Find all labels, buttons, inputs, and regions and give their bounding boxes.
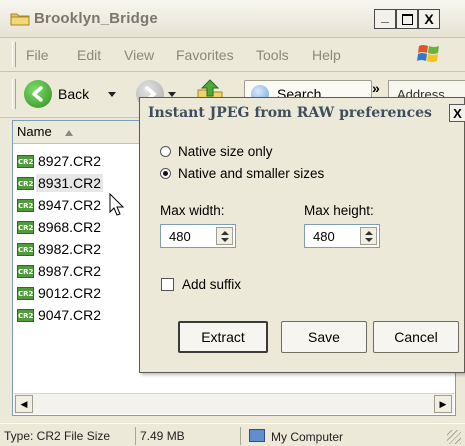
window-title: Brooklyn_Bridge — [34, 10, 158, 27]
menu-bar: File Edit View Favorites Tools Help — [0, 38, 465, 72]
file-name: 8982.CR2 — [38, 241, 102, 257]
max-height-stepper[interactable]: 480 — [304, 224, 380, 248]
radio-native-and-smaller[interactable]: Native and smaller sizes — [160, 166, 324, 181]
horizontal-scrollbar[interactable]: ◀ ▶ — [14, 393, 454, 414]
back-dropdown-icon — [108, 92, 116, 97]
list-item[interactable]: CR2 9047.CR2 — [17, 304, 103, 326]
menu-file[interactable]: File — [26, 47, 49, 63]
mouse-cursor-icon — [109, 193, 125, 216]
dialog-close-button[interactable]: X — [449, 104, 465, 122]
checkbox-unchecked — [161, 278, 174, 291]
cr2-file-icon: CR2 — [17, 264, 34, 278]
cr2-file-icon: CR2 — [17, 242, 34, 256]
menu-edit[interactable]: Edit — [77, 47, 101, 63]
dialog-title: Instant JPEG from RAW preferences — [148, 105, 432, 121]
spin-down-icon[interactable] — [365, 238, 373, 242]
save-button[interactable]: Save — [281, 321, 367, 353]
menu-grip[interactable] — [12, 42, 16, 67]
status-location: My Computer — [240, 427, 445, 445]
menu-view[interactable]: View — [124, 47, 154, 63]
max-height-label: Max height: — [304, 203, 374, 218]
file-name: 8968.CR2 — [38, 219, 102, 235]
windows-logo-icon — [417, 45, 439, 62]
list-item[interactable]: CR2 8927.CR2 — [17, 150, 103, 172]
close-button[interactable]: X — [418, 9, 440, 29]
max-height-value[interactable]: 480 — [313, 229, 335, 244]
cr2-file-icon: CR2 — [17, 220, 34, 234]
max-width-label: Max width: — [160, 203, 225, 218]
list-item[interactable]: CR2 8931.CR2 — [17, 172, 104, 194]
radio-native-only[interactable]: Native size only — [160, 144, 273, 159]
status-bar: Type: CR2 File Size 7.49 MB My Computer — [0, 423, 465, 446]
back-arrow-icon — [24, 80, 52, 108]
column-name-header[interactable]: Name — [13, 121, 141, 143]
add-suffix-checkbox[interactable]: Add suffix — [161, 277, 241, 292]
menu-favorites[interactable]: Favorites — [176, 47, 234, 63]
cr2-file-icon: CR2 — [17, 154, 34, 168]
cr2-file-icon: CR2 — [17, 308, 34, 322]
radio-selected — [160, 168, 171, 179]
max-width-spin-buttons[interactable] — [216, 227, 233, 245]
file-name: 8931.CR2 — [36, 174, 104, 192]
cr2-file-icon: CR2 — [17, 198, 34, 212]
file-name: 9047.CR2 — [38, 307, 102, 323]
status-size: 7.49 MB — [135, 427, 239, 445]
max-width-value[interactable]: 480 — [169, 229, 191, 244]
toolbar-overflow-button[interactable]: » — [372, 80, 380, 96]
menu-tools[interactable]: Tools — [256, 47, 289, 63]
minimize-button[interactable]: _ — [374, 8, 396, 29]
list-item[interactable]: CR2 9012.CR2 — [17, 282, 103, 304]
file-name: 9012.CR2 — [38, 285, 102, 301]
list-item[interactable]: CR2 8968.CR2 — [17, 216, 103, 238]
max-height-spin-buttons[interactable] — [360, 227, 377, 245]
sort-ascending-icon — [65, 130, 74, 136]
window-titlebar[interactable]: Brooklyn_Bridge _ X — [0, 0, 465, 38]
scroll-left-button[interactable]: ◀ — [15, 395, 33, 413]
menu-help[interactable]: Help — [312, 47, 341, 63]
list-item[interactable]: CR2 8982.CR2 — [17, 238, 103, 260]
maximize-button[interactable] — [396, 9, 418, 29]
spin-up-icon[interactable] — [221, 231, 229, 235]
back-button[interactable]: Back — [20, 78, 132, 110]
status-type: Type: CR2 File Size — [4, 429, 111, 443]
folder-icon — [10, 13, 30, 26]
list-item[interactable]: CR2 8987.CR2 — [17, 260, 103, 282]
file-name: 8987.CR2 — [38, 263, 102, 279]
file-name: 8927.CR2 — [38, 153, 102, 169]
preferences-dialog: Instant JPEG from RAW preferences X Nati… — [139, 97, 465, 373]
back-label: Back — [58, 86, 90, 102]
cr2-file-icon: CR2 — [17, 286, 34, 300]
scroll-right-button[interactable]: ▶ — [434, 395, 452, 413]
extract-button[interactable]: Extract — [178, 321, 268, 353]
radio-unselected — [160, 146, 171, 157]
dialog-titlebar[interactable]: Instant JPEG from RAW preferences X — [140, 98, 465, 130]
cr2-file-icon: CR2 — [17, 176, 34, 190]
maximize-icon — [401, 13, 413, 25]
resize-grip[interactable] — [447, 430, 461, 444]
computer-icon — [249, 429, 265, 442]
spin-down-icon[interactable] — [221, 238, 229, 242]
spin-up-icon[interactable] — [365, 231, 373, 235]
file-name: 8947.CR2 — [38, 197, 102, 213]
list-item[interactable]: CR2 8947.CR2 — [17, 194, 103, 216]
cancel-button[interactable]: Cancel — [373, 321, 459, 353]
max-width-stepper[interactable]: 480 — [160, 224, 236, 248]
toolbar-grip[interactable] — [12, 79, 16, 109]
